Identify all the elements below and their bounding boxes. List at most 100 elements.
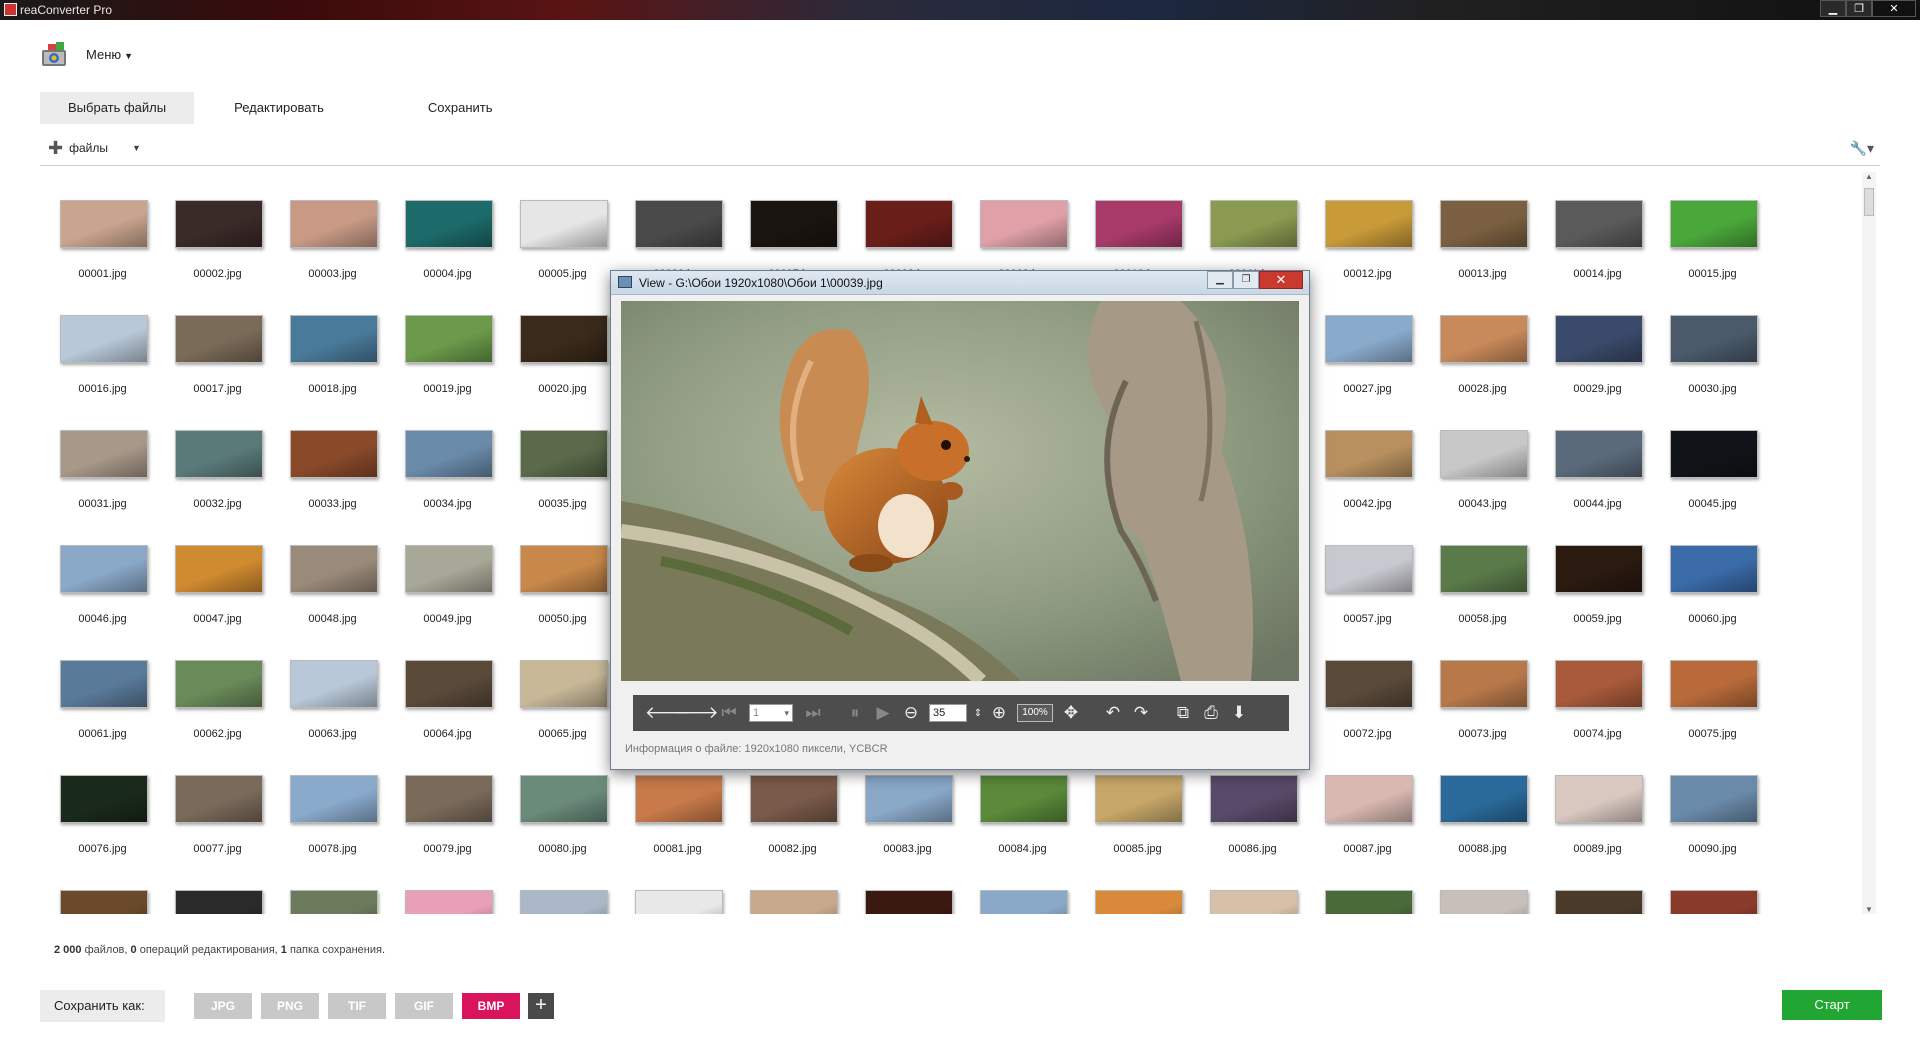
thumbnail-item[interactable]: 00064.jpg	[385, 632, 500, 747]
thumbnail-item[interactable]: 00098.jpg	[845, 862, 960, 914]
thumbnail-image[interactable]	[60, 200, 148, 248]
thumbnail-image[interactable]	[1325, 775, 1413, 823]
thumbnail-image[interactable]	[60, 660, 148, 708]
thumbnail-item[interactable]: 00060.jpg	[1650, 517, 1765, 632]
thumbnail-item[interactable]: 00018.jpg	[270, 287, 385, 402]
thumbnail-item[interactable]: 00028.jpg	[1420, 287, 1535, 402]
thumbnail-item[interactable]: 00017.jpg	[155, 287, 270, 402]
thumbnail-image[interactable]	[520, 430, 608, 478]
thumbnail-image[interactable]	[290, 430, 378, 478]
thumbnail-item[interactable]: 00046.jpg	[40, 517, 155, 632]
thumbnail-item[interactable]: 00047.jpg	[155, 517, 270, 632]
thumbnail-item[interactable]: 00035.jpg	[500, 402, 615, 517]
thumbnail-item[interactable]: 00020.jpg	[500, 287, 615, 402]
thumbnail-image[interactable]	[980, 890, 1068, 914]
thumbnail-item[interactable]: 00103.jpg	[1420, 862, 1535, 914]
thumbnail-image[interactable]	[405, 545, 493, 593]
thumbnail-image[interactable]	[290, 660, 378, 708]
thumbnail-image[interactable]	[60, 430, 148, 478]
thumbnail-item[interactable]: 00088.jpg	[1420, 747, 1535, 862]
tab-edit[interactable]: Редактировать	[206, 92, 352, 124]
thumbnail-image[interactable]	[750, 200, 838, 248]
thumbnail-item[interactable]: 00101.jpg	[1190, 862, 1305, 914]
thumbnail-image[interactable]	[1555, 545, 1643, 593]
format-bmp-button[interactable]: BMP	[462, 993, 520, 1019]
format-tif-button[interactable]: TIF	[328, 993, 386, 1019]
thumbnail-image[interactable]	[520, 545, 608, 593]
thumbnail-image[interactable]	[60, 890, 148, 914]
thumbnail-item[interactable]: 00089.jpg	[1535, 747, 1650, 862]
thumbnail-image[interactable]	[1670, 200, 1758, 248]
thumbnail-item[interactable]: 00096.jpg	[615, 862, 730, 914]
thumbnail-item[interactable]: 00030.jpg	[1650, 287, 1765, 402]
thumbnail-image[interactable]	[520, 315, 608, 363]
first-page-icon[interactable]: ⏮	[715, 703, 743, 723]
thumbnail-image[interactable]	[175, 200, 263, 248]
arrow-right-icon[interactable]: 🡒	[673, 703, 719, 723]
main-menu-button[interactable]: Меню ▼	[86, 47, 133, 62]
thumbnail-item[interactable]: 00045.jpg	[1650, 402, 1765, 517]
thumbnail-image[interactable]	[405, 890, 493, 914]
gallery-scrollbar[interactable]: ▲ ▼	[1862, 172, 1876, 914]
thumbnail-item[interactable]: 00061.jpg	[40, 632, 155, 747]
thumbnail-item[interactable]: 00014.jpg	[1535, 172, 1650, 287]
thumbnail-image[interactable]	[405, 430, 493, 478]
format-gif-button[interactable]: GIF	[395, 993, 453, 1019]
thumbnail-item[interactable]: 00031.jpg	[40, 402, 155, 517]
thumbnail-item[interactable]: 00093.jpg	[270, 862, 385, 914]
thumbnail-item[interactable]: 00012.jpg	[1305, 172, 1420, 287]
thumbnail-item[interactable]: 00032.jpg	[155, 402, 270, 517]
thumbnail-image[interactable]	[1670, 890, 1758, 914]
thumbnail-image[interactable]	[635, 775, 723, 823]
thumbnail-image[interactable]	[175, 315, 263, 363]
page-selector[interactable]: 1	[749, 704, 793, 722]
fit-move-icon[interactable]: ✥	[1057, 703, 1085, 723]
thumbnail-item[interactable]: 00100.jpg	[1075, 862, 1190, 914]
copy-icon[interactable]: ⧉	[1169, 703, 1197, 723]
thumbnail-item[interactable]: 00049.jpg	[385, 517, 500, 632]
thumbnail-item[interactable]: 00078.jpg	[270, 747, 385, 862]
zoom-percent-button[interactable]: 100%	[1017, 704, 1053, 722]
thumbnail-item[interactable]: 00015.jpg	[1650, 172, 1765, 287]
minimize-button[interactable]: ▁	[1820, 0, 1846, 17]
thumbnail-item[interactable]: 00019.jpg	[385, 287, 500, 402]
viewer-minimize-button[interactable]: ▁	[1207, 271, 1233, 289]
image-viewer-window[interactable]: View - G:\Обои 1920x1080\Обои 1\00039.jp…	[610, 270, 1310, 770]
thumbnail-image[interactable]	[750, 890, 838, 914]
arrow-left-icon[interactable]: 🡐	[645, 703, 691, 723]
thumbnail-image[interactable]	[1440, 775, 1528, 823]
thumbnail-item[interactable]: 00034.jpg	[385, 402, 500, 517]
thumbnail-item[interactable]: 00029.jpg	[1535, 287, 1650, 402]
thumbnail-image[interactable]	[635, 890, 723, 914]
thumbnail-item[interactable]: 00072.jpg	[1305, 632, 1420, 747]
maximize-button[interactable]: ❐	[1846, 0, 1872, 17]
thumbnail-image[interactable]	[1325, 200, 1413, 248]
thumbnail-image[interactable]	[1555, 200, 1643, 248]
thumbnail-item[interactable]: 00042.jpg	[1305, 402, 1420, 517]
thumbnail-item[interactable]: 00002.jpg	[155, 172, 270, 287]
thumbnail-item[interactable]: 00050.jpg	[500, 517, 615, 632]
thumbnail-image[interactable]	[405, 200, 493, 248]
thumbnail-image[interactable]	[1440, 545, 1528, 593]
thumbnail-image[interactable]	[1555, 430, 1643, 478]
thumbnail-image[interactable]	[1555, 775, 1643, 823]
tab-save[interactable]: Сохранить	[400, 92, 521, 124]
thumbnail-image[interactable]	[1670, 315, 1758, 363]
viewer-maximize-button[interactable]: ❐	[1233, 271, 1259, 289]
thumbnail-image[interactable]	[1555, 890, 1643, 914]
thumbnail-image[interactable]	[1325, 890, 1413, 914]
thumbnail-image[interactable]	[290, 775, 378, 823]
thumbnail-image[interactable]	[60, 545, 148, 593]
thumbnail-item[interactable]: 00003.jpg	[270, 172, 385, 287]
thumbnail-image[interactable]	[1555, 660, 1643, 708]
thumbnail-image[interactable]	[865, 890, 953, 914]
thumbnail-image[interactable]	[1440, 315, 1528, 363]
thumbnail-image[interactable]	[175, 890, 263, 914]
thumbnail-image[interactable]	[520, 775, 608, 823]
thumbnail-image[interactable]	[175, 430, 263, 478]
zoom-out-icon[interactable]: ⊖	[897, 703, 925, 723]
thumbnail-item[interactable]: 00004.jpg	[385, 172, 500, 287]
thumbnail-image[interactable]	[1670, 660, 1758, 708]
thumbnail-image[interactable]	[1670, 430, 1758, 478]
thumbnail-image[interactable]	[1095, 775, 1183, 823]
